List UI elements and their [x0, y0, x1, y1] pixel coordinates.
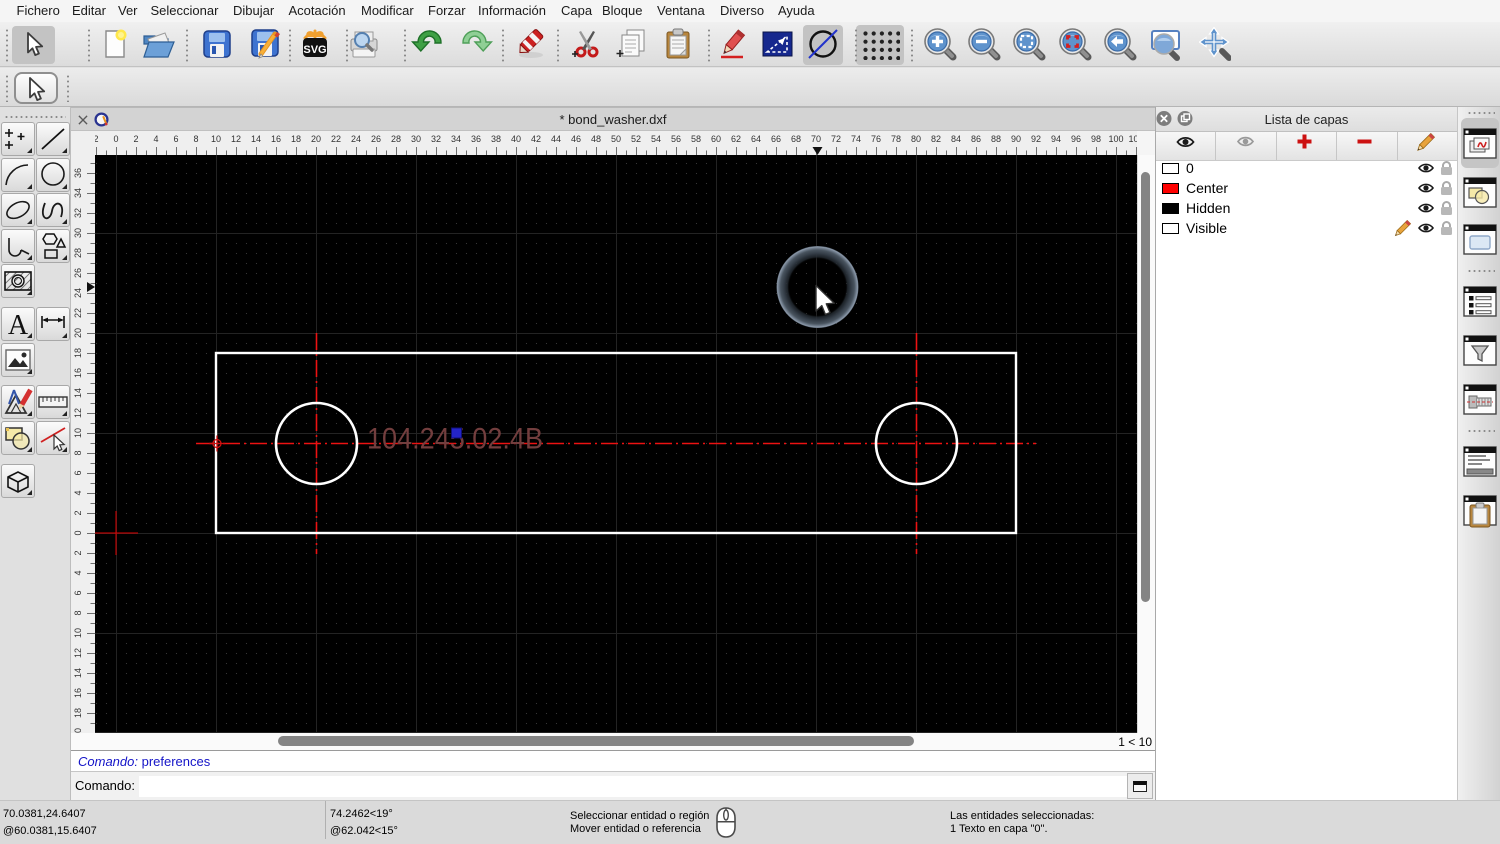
svg-text:12: 12	[73, 408, 83, 418]
svg-text:36: 36	[73, 168, 83, 178]
svg-text:94: 94	[1051, 134, 1061, 144]
svg-text:88: 88	[991, 134, 1001, 144]
svg-text:16: 16	[73, 368, 83, 378]
svg-text:40: 40	[511, 134, 521, 144]
svg-text:20: 20	[311, 134, 321, 144]
svg-text:34: 34	[451, 134, 461, 144]
svg-text:52: 52	[631, 134, 641, 144]
svg-text:30: 30	[73, 228, 83, 238]
svg-text:2: 2	[73, 510, 83, 515]
svg-text:70: 70	[811, 134, 821, 144]
svg-text:14: 14	[73, 668, 83, 678]
svg-text:48: 48	[591, 134, 601, 144]
svg-text:4: 4	[73, 490, 83, 495]
svg-text:58: 58	[691, 134, 701, 144]
svg-text:42: 42	[531, 134, 541, 144]
svg-text:78: 78	[891, 134, 901, 144]
svg-text:38: 38	[491, 134, 501, 144]
svg-text:92: 92	[1031, 134, 1041, 144]
svg-text:6: 6	[73, 470, 83, 475]
svg-text:0: 0	[113, 134, 118, 144]
svg-text:22: 22	[331, 134, 341, 144]
svg-text:56: 56	[671, 134, 681, 144]
svg-text:72: 72	[831, 134, 841, 144]
svg-text:8: 8	[73, 610, 83, 615]
svg-text:10: 10	[211, 134, 221, 144]
svg-text:16: 16	[73, 688, 83, 698]
svg-text:14: 14	[251, 134, 261, 144]
svg-text:2: 2	[73, 550, 83, 555]
svg-text:SVG: SVG	[303, 44, 326, 56]
svg-text:26: 26	[371, 134, 381, 144]
svg-text:46: 46	[571, 134, 581, 144]
svg-text:8: 8	[73, 450, 83, 455]
svg-text:80: 80	[911, 134, 921, 144]
svg-text:28: 28	[391, 134, 401, 144]
svg-text:18: 18	[291, 134, 301, 144]
svg-text:86: 86	[971, 134, 981, 144]
svg-text:4: 4	[153, 134, 158, 144]
svg-text:6: 6	[73, 590, 83, 595]
svg-text:64: 64	[751, 134, 761, 144]
svg-text:62: 62	[731, 134, 741, 144]
svg-text:28: 28	[73, 248, 83, 258]
svg-text:4: 4	[73, 570, 83, 575]
svg-text:18: 18	[73, 708, 83, 718]
svg-text:24: 24	[351, 134, 361, 144]
svg-text:50: 50	[611, 134, 621, 144]
svg-text:2: 2	[133, 134, 138, 144]
svg-text:10: 10	[73, 628, 83, 638]
svg-text:60: 60	[711, 134, 721, 144]
svg-text:54: 54	[651, 134, 661, 144]
svg-text:20: 20	[73, 328, 83, 338]
svg-text:30: 30	[411, 134, 421, 144]
svg-text:32: 32	[73, 208, 83, 218]
svg-text:34: 34	[73, 188, 83, 198]
svg-text:2: 2	[95, 134, 99, 144]
svg-text:74: 74	[851, 134, 861, 144]
svg-text:96: 96	[1071, 134, 1081, 144]
svg-text:36: 36	[471, 134, 481, 144]
svg-text:6: 6	[173, 134, 178, 144]
svg-text:0: 0	[73, 530, 83, 535]
svg-text:44: 44	[551, 134, 561, 144]
svg-text:84: 84	[951, 134, 961, 144]
svg-text:32: 32	[431, 134, 441, 144]
svg-text:8: 8	[193, 134, 198, 144]
svg-text:12: 12	[73, 648, 83, 658]
svg-text:76: 76	[871, 134, 881, 144]
svg-text:26: 26	[73, 268, 83, 278]
svg-text:16: 16	[271, 134, 281, 144]
svg-text:102: 102	[1128, 134, 1137, 144]
svg-text:14: 14	[73, 388, 83, 398]
svg-text:82: 82	[931, 134, 941, 144]
svg-text:10: 10	[73, 428, 83, 438]
svg-text:A: A	[8, 310, 29, 340]
svg-text:22: 22	[73, 308, 83, 318]
svg-text:12: 12	[231, 134, 241, 144]
svg-text:24: 24	[73, 288, 83, 298]
svg-text:18: 18	[73, 348, 83, 358]
svg-text:66: 66	[771, 134, 781, 144]
svg-text:100: 100	[1108, 134, 1123, 144]
svg-text:98: 98	[1091, 134, 1101, 144]
svg-text:68: 68	[791, 134, 801, 144]
svg-text:104.245.02.4B: 104.245.02.4B	[367, 423, 543, 456]
svg-text:90: 90	[1011, 134, 1021, 144]
